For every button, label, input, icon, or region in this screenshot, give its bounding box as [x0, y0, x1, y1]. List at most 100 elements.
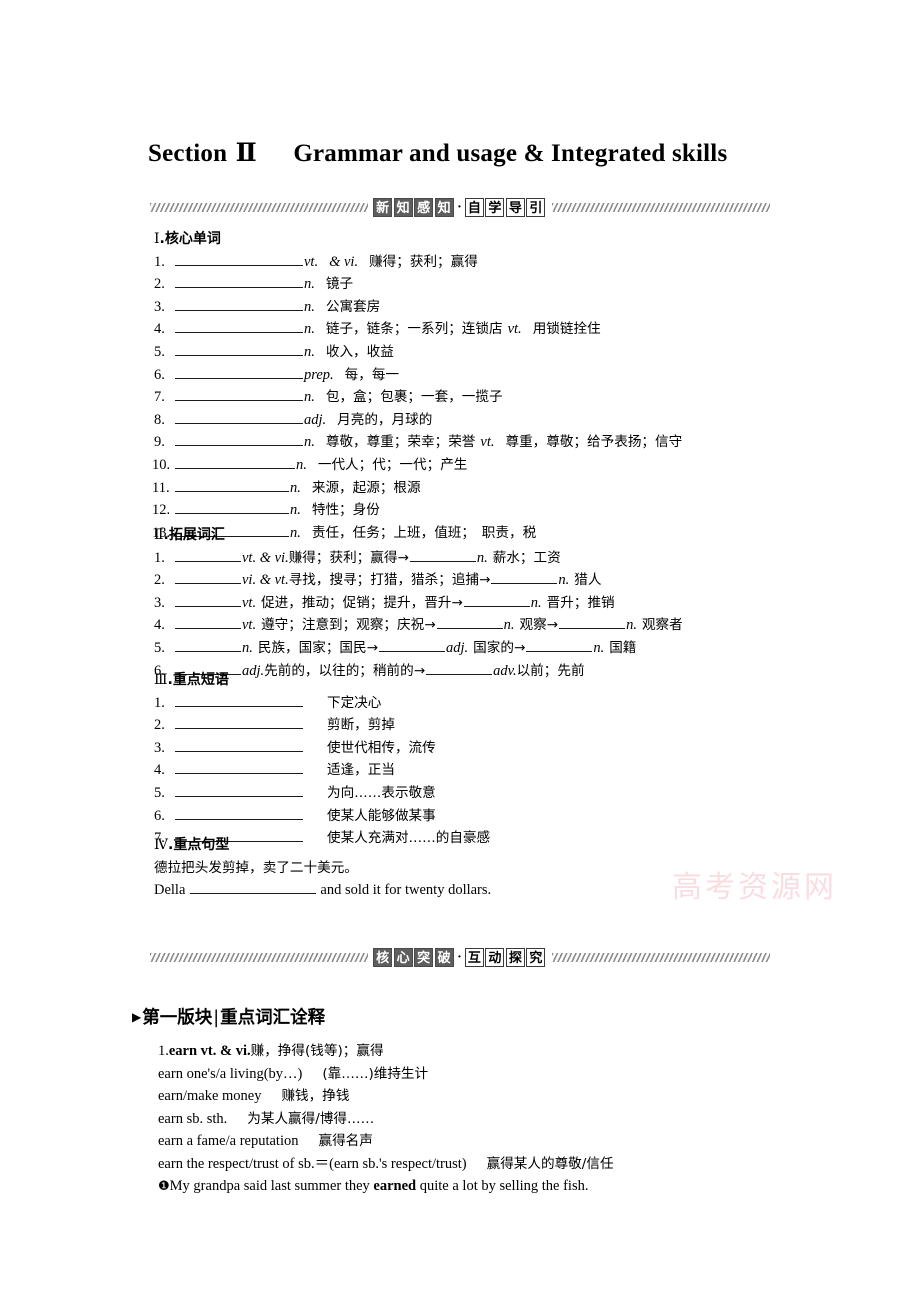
earn-collocation-line: earn one's/a living(by…) (靠……)维持生计	[158, 1063, 614, 1086]
part-of-speech: n.	[304, 434, 315, 451]
row-index: 5.	[154, 343, 165, 360]
word-meaning: 镜子	[325, 276, 354, 293]
answer-blank[interactable]	[175, 410, 303, 424]
part-of-speech: prep.	[304, 366, 334, 383]
meaning-2: 猎人	[574, 572, 602, 589]
answer-blank[interactable]	[175, 760, 303, 775]
page-title-prefix: Section	[148, 140, 228, 167]
core-word-row: 8. adj. 月亮的，月球的	[148, 409, 682, 432]
module-divider: |	[213, 1008, 220, 1028]
banner-chip-light: 自	[464, 197, 484, 217]
banner-chip-dark: 心	[393, 947, 413, 967]
key-phrase-row: 1. 下定决心	[148, 692, 490, 715]
extended-words-heading-numeral: Ⅱ	[154, 527, 164, 543]
answer-blank[interactable]	[175, 387, 303, 402]
watermark: 高考资源网	[672, 870, 837, 905]
answer-blank[interactable]	[175, 783, 303, 797]
core-word-row: 12. n. 特性；身份	[148, 499, 682, 522]
row-index: 3.	[154, 594, 165, 611]
row-index: 5.	[154, 639, 165, 656]
answer-blank[interactable]	[559, 615, 626, 630]
row-index: 9.	[154, 434, 165, 451]
answer-blank[interactable]	[175, 738, 303, 752]
answer-blank[interactable]	[379, 638, 446, 652]
part-of-speech: adj.	[304, 411, 327, 428]
word-meaning: 链子，链条；一系列；连锁店	[325, 321, 503, 338]
row-index: 4.	[154, 321, 165, 338]
earn-collocation-line: earn/make money 赚钱，挣钱	[158, 1085, 614, 1108]
part-of-speech: n.	[304, 343, 315, 360]
answer-blank[interactable]	[175, 806, 303, 820]
key-sentence-chinese-row: 德拉把头发剪掉，卖了二十美元。	[148, 857, 491, 880]
word-meaning: 收入，收益	[325, 343, 394, 360]
extended-word-row: 4. vt. 遵守；注意到；观察；庆祝 → n. 观察 → n. 观察者	[148, 614, 683, 637]
answer-blank[interactable]	[175, 319, 303, 334]
phrase-meaning: 使世代相传，流传	[327, 739, 436, 756]
banner-chip-dark: 突	[414, 947, 434, 967]
word-meaning: 来源，起源；根源	[311, 479, 421, 496]
row-index: 2.	[154, 276, 165, 293]
banner-separator: ·	[457, 949, 462, 965]
answer-blank[interactable]	[190, 880, 317, 895]
banner-chip-light: 导	[505, 197, 525, 217]
banner-hatch-right	[551, 202, 771, 212]
collocation-chinese: 赢得某人的尊敬/信任	[486, 1155, 614, 1172]
key-phrase-row: 5. 为向……表示敬意	[148, 782, 490, 805]
sentence-english-before: Della	[154, 882, 186, 899]
answer-blank[interactable]	[175, 693, 303, 707]
meaning-1: 促进，推动；促销；提升，晋升	[261, 594, 452, 611]
banner-chip-dark: 破	[434, 947, 454, 967]
example-after: quite a lot by selling the fish.	[416, 1178, 589, 1194]
answer-blank[interactable]	[526, 638, 593, 652]
answer-blank[interactable]	[491, 570, 558, 585]
answer-blank[interactable]	[175, 342, 303, 356]
answer-blank[interactable]	[175, 500, 289, 515]
part-of-speech-1: vi. & vt.	[242, 572, 289, 589]
banner-hatch-left	[150, 202, 369, 212]
answer-blank[interactable]	[175, 365, 303, 379]
word-meaning: 月亮的，月球的	[337, 411, 433, 428]
answer-blank[interactable]	[175, 593, 241, 607]
phrase-meaning: 适逢，正当	[327, 762, 395, 779]
answer-blank[interactable]	[175, 570, 241, 585]
answer-blank[interactable]	[436, 615, 503, 630]
answer-blank[interactable]	[463, 593, 530, 607]
key-phrases-heading: Ⅲ.重点短语	[148, 669, 490, 692]
row-index: 11.	[152, 479, 170, 496]
module-sublabel: 重点词汇诠释	[220, 1008, 326, 1028]
page-title-section-number: Ⅱ	[235, 138, 257, 167]
answer-blank[interactable]	[175, 715, 303, 730]
answer-blank[interactable]	[409, 548, 476, 562]
key-phrases-section: Ⅲ.重点短语 1. 下定决心 2. 剪断，剪掉 3. 使世代相传，流传 4. 适…	[148, 669, 490, 850]
core-word-row: 6. prep. 每，每一	[148, 364, 682, 387]
page-title-main: Grammar and usage & Integrated skills	[293, 140, 728, 167]
answer-blank[interactable]	[175, 638, 241, 652]
row-index: 6.	[154, 807, 165, 824]
answer-blank[interactable]	[175, 455, 295, 469]
row-index: 6.	[154, 366, 165, 383]
answer-blank[interactable]	[175, 615, 241, 630]
key-sentences-heading-text: .重点句型	[168, 837, 230, 853]
document-page: Section Ⅱ Grammar and usage & Integrated…	[0, 0, 920, 1302]
key-sentences-heading-numeral: Ⅳ	[154, 837, 168, 853]
banner-chip-light: 互	[464, 947, 484, 967]
answer-blank[interactable]	[175, 548, 241, 562]
answer-blank[interactable]	[175, 252, 303, 266]
word-meaning: 一代人；代；一代；产生	[317, 456, 468, 473]
word-meaning: 公寓套房	[325, 298, 381, 315]
example-marker: ❶	[158, 1179, 170, 1194]
collocation-english: earn/make money	[158, 1088, 262, 1104]
banner-separator: ·	[457, 199, 462, 215]
answer-blank[interactable]	[175, 297, 303, 311]
phrase-meaning: 使某人能够做某事	[327, 807, 436, 824]
meaning-3: 国籍	[609, 639, 637, 656]
answer-blank[interactable]	[175, 274, 303, 289]
core-words-heading: Ⅰ.核心单词	[148, 228, 682, 251]
part-of-speech-1: vt.	[242, 617, 257, 634]
answer-blank[interactable]	[175, 478, 289, 492]
core-word-row: 4. n. 链子，链条；一系列；连锁店 vt. 用锁链拴住	[148, 318, 682, 341]
row-index: 3.	[154, 739, 165, 756]
row-index: 12.	[152, 502, 171, 519]
part-of-speech-3: n.	[593, 639, 605, 656]
answer-blank[interactable]	[175, 432, 303, 447]
